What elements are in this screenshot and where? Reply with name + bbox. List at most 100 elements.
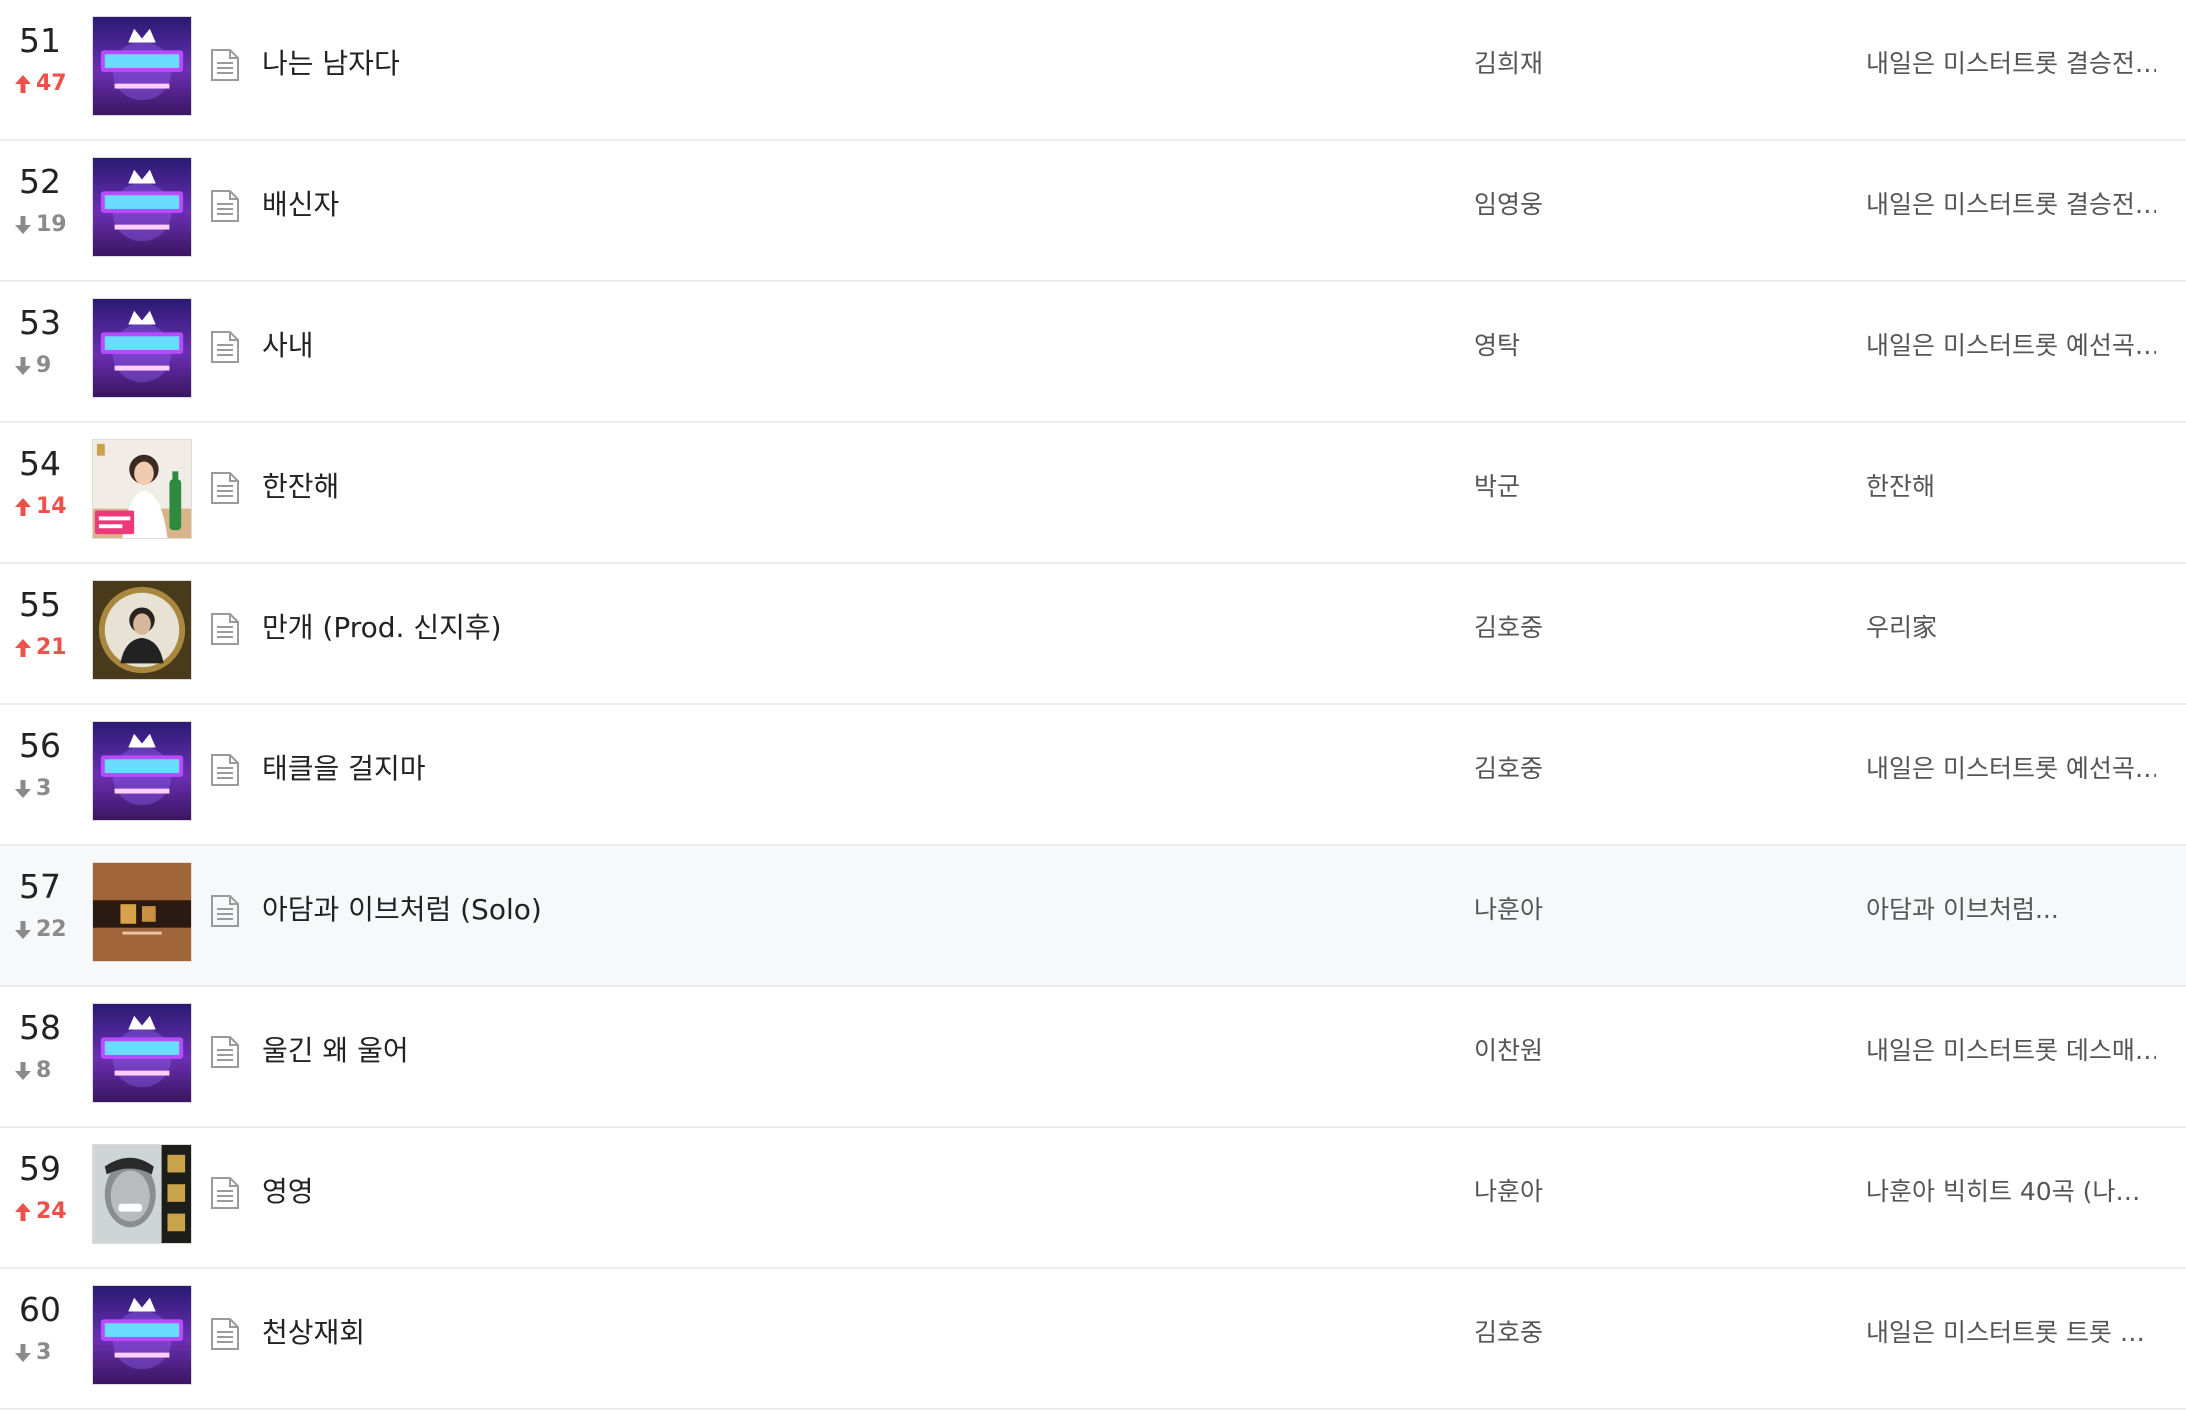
album-name[interactable]: 아담과 이브처럼... [1866, 892, 2156, 928]
arrow-down-icon [15, 1062, 31, 1080]
rank-change: 14 [14, 493, 67, 521]
song-row[interactable]: 54 14 한잔해 박군 한잔해 [0, 423, 2186, 564]
arrow-down-icon [15, 216, 31, 234]
rank-number: 56 [19, 726, 61, 765]
song-title[interactable]: 태클을 걸지마 [262, 749, 425, 789]
song-row[interactable]: 53 9 사내 영탁 내일은 미스터트롯 예선곡… [0, 282, 2186, 423]
album-cover-image[interactable] [92, 580, 192, 680]
rank-change-value: 19 [36, 212, 67, 237]
album-name[interactable]: 내일은 미스터트롯 트롯 … [1866, 1315, 2156, 1351]
lyrics-icon[interactable] [210, 612, 240, 646]
album-name[interactable]: 내일은 미스터트롯 예선곡… [1866, 328, 2156, 364]
song-title[interactable]: 만개 (Prod. 신지후) [262, 608, 502, 648]
artist-name[interactable]: 김호중 [1474, 751, 1543, 787]
album-cover-image[interactable] [92, 1003, 192, 1103]
arrow-down-icon [15, 1344, 31, 1362]
song-title[interactable]: 울긴 왜 울어 [262, 1031, 409, 1071]
album-cover-image[interactable] [92, 1144, 192, 1244]
rank-change: 24 [14, 1198, 67, 1226]
album-name[interactable]: 우리家 [1866, 610, 2156, 646]
rank-number: 52 [19, 162, 61, 201]
rank-change: 22 [14, 916, 67, 944]
album-name[interactable]: 내일은 미스터트롯 데스매… [1866, 1033, 2156, 1069]
rank-number: 57 [19, 867, 61, 906]
song-row[interactable]: 57 22 아담과 이브처럼 (Solo) 나훈아 아담과 이브처럼... [0, 846, 2186, 987]
song-title[interactable]: 아담과 이브처럼 (Solo) [262, 890, 542, 930]
rank-change: 21 [14, 634, 67, 662]
rank-number: 54 [19, 444, 61, 483]
artist-name[interactable]: 영탁 [1474, 328, 1520, 364]
lyrics-icon[interactable] [210, 894, 240, 928]
album-name[interactable]: 내일은 미스터트롯 예선곡… [1866, 751, 2156, 787]
album-cover-image[interactable] [92, 298, 192, 398]
rank-number: 51 [19, 21, 61, 60]
arrow-down-icon [15, 921, 31, 939]
song-title[interactable]: 영영 [262, 1172, 314, 1212]
artist-name[interactable]: 이찬원 [1474, 1033, 1543, 1069]
arrow-up-icon [15, 1203, 31, 1221]
album-cover-image[interactable] [92, 721, 192, 821]
song-row[interactable]: 60 3 천상재회 김호중 내일은 미스터트롯 트롯 … [0, 1269, 2186, 1410]
rank-change-value: 3 [36, 1340, 52, 1365]
album-name[interactable]: 한잔해 [1866, 469, 2156, 505]
album-name[interactable]: 나훈아 빅히트 40곡 (나… [1866, 1174, 2156, 1210]
rank-change: 47 [14, 70, 67, 98]
album-cover-image[interactable] [92, 157, 192, 257]
album-cover-image[interactable] [92, 1285, 192, 1385]
album-name[interactable]: 내일은 미스터트롯 결승전… [1866, 187, 2156, 223]
album-cover-image[interactable] [92, 16, 192, 116]
lyrics-icon[interactable] [210, 330, 240, 364]
rank-number: 59 [19, 1149, 61, 1188]
rank-change-value: 3 [36, 776, 52, 801]
arrow-up-icon [15, 639, 31, 657]
song-title[interactable]: 한잔해 [262, 467, 339, 507]
rank-change: 3 [14, 775, 51, 803]
lyrics-icon[interactable] [210, 1317, 240, 1351]
song-row[interactable]: 51 47 나는 남자다 김희재 내일은 미스터트롯 결승전… [0, 0, 2186, 141]
artist-name[interactable]: 김희재 [1474, 46, 1543, 82]
song-row[interactable]: 59 24 영영 나훈아 나훈아 빅히트 40곡 (나… [0, 1128, 2186, 1269]
artist-name[interactable]: 임영웅 [1474, 187, 1543, 223]
rank-change: 3 [14, 1339, 51, 1367]
artist-name[interactable]: 나훈아 [1474, 1174, 1543, 1210]
song-title[interactable]: 나는 남자다 [262, 44, 400, 84]
song-title[interactable]: 사내 [262, 326, 314, 366]
rank-change-value: 14 [36, 494, 67, 519]
rank-change-value: 21 [36, 635, 67, 660]
album-cover-image[interactable] [92, 862, 192, 962]
artist-name[interactable]: 김호중 [1474, 1315, 1543, 1351]
artist-name[interactable]: 박군 [1474, 469, 1520, 505]
song-title[interactable]: 천상재회 [262, 1313, 365, 1353]
artist-name[interactable]: 김호중 [1474, 610, 1543, 646]
artist-name[interactable]: 나훈아 [1474, 892, 1543, 928]
song-row[interactable]: 52 19 배신자 임영웅 내일은 미스터트롯 결승전… [0, 141, 2186, 282]
lyrics-icon[interactable] [210, 471, 240, 505]
album-name[interactable]: 내일은 미스터트롯 결승전… [1866, 46, 2156, 82]
chart-list: 51 47 나는 남자다 김희재 내일은 미스터트롯 결승전… 52 19 배신… [0, 0, 2186, 1410]
song-row[interactable]: 55 21 만개 (Prod. 신지후) 김호중 우리家 [0, 564, 2186, 705]
arrow-down-icon [15, 780, 31, 798]
rank-change: 9 [14, 352, 51, 380]
lyrics-icon[interactable] [210, 48, 240, 82]
rank-change: 8 [14, 1057, 51, 1085]
lyrics-icon[interactable] [210, 753, 240, 787]
song-row[interactable]: 58 8 울긴 왜 울어 이찬원 내일은 미스터트롯 데스매… [0, 987, 2186, 1128]
song-title[interactable]: 배신자 [262, 185, 339, 225]
lyrics-icon[interactable] [210, 1176, 240, 1210]
rank-change: 19 [14, 211, 67, 239]
lyrics-icon[interactable] [210, 1035, 240, 1069]
rank-number: 58 [19, 1008, 61, 1047]
arrow-up-icon [15, 498, 31, 516]
rank-change-value: 22 [36, 917, 67, 942]
rank-number: 55 [19, 585, 61, 624]
rank-number: 53 [19, 303, 61, 342]
rank-number: 60 [19, 1290, 61, 1329]
arrow-down-icon [15, 357, 31, 375]
song-row[interactable]: 56 3 태클을 걸지마 김호중 내일은 미스터트롯 예선곡… [0, 705, 2186, 846]
album-cover-image[interactable] [92, 439, 192, 539]
rank-change-value: 9 [36, 353, 52, 378]
rank-change-value: 47 [36, 71, 67, 96]
lyrics-icon[interactable] [210, 189, 240, 223]
arrow-up-icon [15, 75, 31, 93]
rank-change-value: 8 [36, 1058, 52, 1083]
